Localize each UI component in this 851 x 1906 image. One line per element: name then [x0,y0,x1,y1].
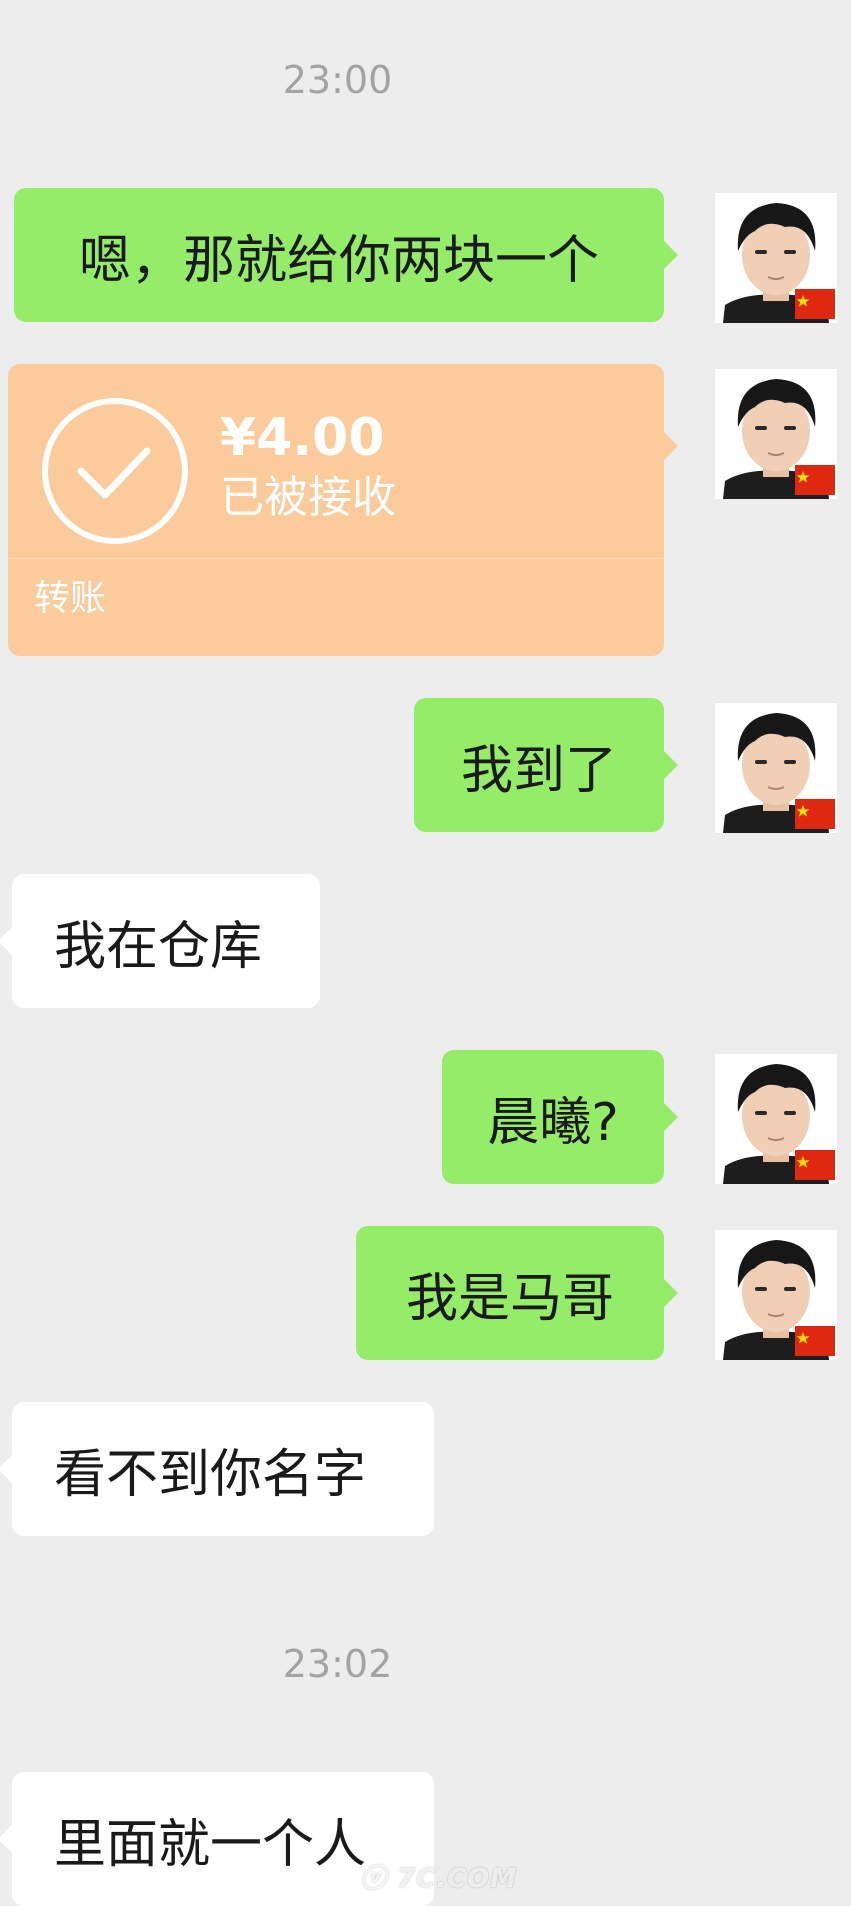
timestamp: 23:00 [282,58,393,102]
transfer-amount: ¥4.00 [220,408,385,468]
avatar[interactable] [715,369,837,499]
message-bubble-received[interactable]: 看不到你名字 [0,1402,434,1536]
check-circle-icon [42,398,188,544]
avatar[interactable] [715,1054,837,1184]
watermark-logo: ⓥ 7C.COM [360,1864,518,1894]
message-text: 我在仓库 [54,916,263,977]
message-bubble-received[interactable]: 我在仓库 [0,874,320,1008]
transfer-card[interactable]: ¥4.00 已被接收 [8,364,678,656]
message-bubble-sent[interactable]: 我是马哥 [356,1226,678,1360]
message-text: 里面就一个人 [54,1814,367,1875]
avatar[interactable] [715,703,837,833]
transfer-divider [8,558,664,559]
message-text: 我到了 [460,740,617,801]
message-bubble-sent[interactable]: 嗯，那就给你两块一个 [14,188,678,322]
message-text: 嗯，那就给你两块一个 [78,230,599,291]
transfer-label: 转账 [34,578,107,619]
message-text: 看不到你名字 [54,1444,367,1505]
avatar[interactable] [715,1230,837,1360]
transfer-status: 已被接收 [220,472,396,523]
message-text: 我是马哥 [405,1268,614,1329]
message-bubble-sent[interactable]: 我到了 [414,698,678,832]
timestamp: 23:02 [282,1642,393,1686]
message-text: 晨曦? [487,1092,619,1153]
avatar[interactable] [715,193,837,323]
message-bubble-sent[interactable]: 晨曦? [442,1050,678,1184]
